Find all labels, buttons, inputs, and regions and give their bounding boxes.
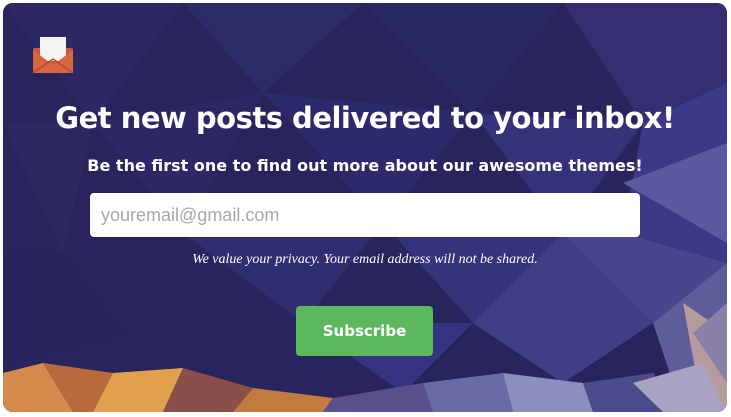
newsletter-subheadline: Be the first one to find out more about …	[87, 156, 643, 175]
envelope-icon	[32, 37, 74, 74]
newsletter-card: Get new posts delivered to your inbox! B…	[3, 3, 727, 412]
privacy-note: We value your privacy. Your email addres…	[192, 252, 538, 267]
email-input[interactable]	[90, 193, 640, 237]
newsletter-headline: Get new posts delivered to your inbox!	[55, 101, 675, 135]
subscribe-button[interactable]: Subscribe	[296, 306, 433, 356]
